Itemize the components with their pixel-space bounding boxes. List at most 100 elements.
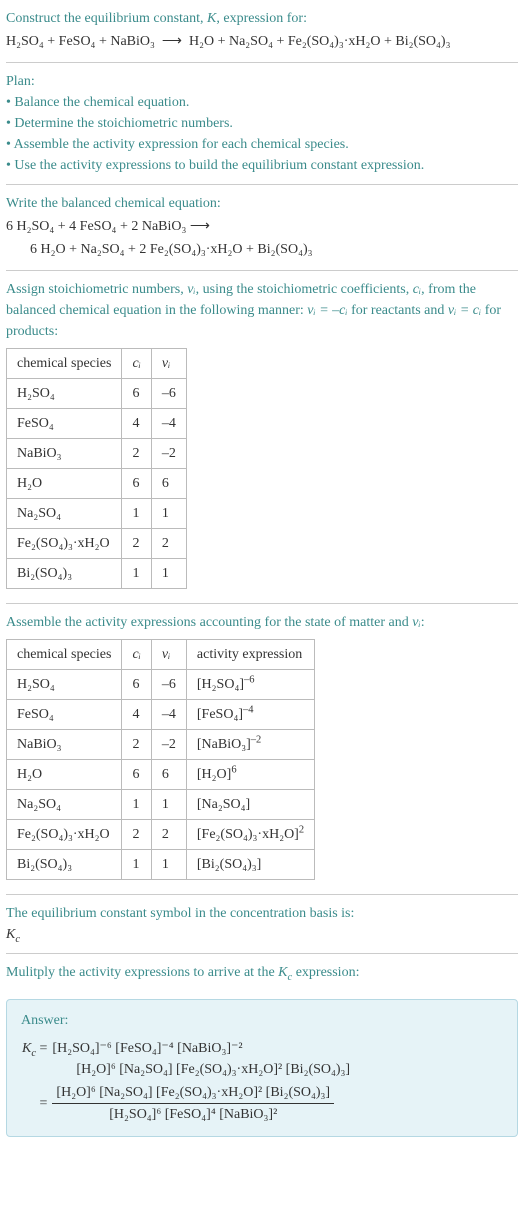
answer-label: Answer: [21,1010,503,1031]
balanced-heading: Write the balanced chemical equation: [6,193,518,214]
cell-act: [H₂SO₄]–6 [186,670,314,700]
cell-ci: 1 [122,499,151,529]
cell-species: NaBiO₃ [7,439,122,469]
answer-frac-cell: [H₂O]⁶ [Na₂SO₄] [Fe₂(SO₄)₃·xH₂O]² [Bi₂(S… [51,1081,351,1126]
multiply-K: K [278,965,287,980]
cell-act: [NaBiO₃]–2 [186,730,314,760]
cell-ci: 6 [122,469,151,499]
multiply-line: Mulitply the activity expressions to arr… [6,962,518,983]
plan-bullet-4: • Use the activity expressions to build … [6,155,518,176]
answer-rhs-cell: [H₂SO₄]⁻⁶ [FeSO₄]⁻⁴ [NaBiO₃]⁻² [H₂O]⁶ [N… [51,1037,351,1081]
answer-layout: Kc = [H₂SO₄]⁻⁶ [FeSO₄]⁻⁴ [NaBiO₃]⁻² [H₂O… [21,1037,351,1126]
act-exp: 6 [231,764,236,775]
cell-ci: 2 [122,820,151,850]
stoich-section: Assign stoichiometric numbers, νᵢ, using… [0,271,524,603]
answer-eq2-cell: = [21,1081,51,1126]
stoich-table: chemical species cᵢ νᵢ H₂SO₄6–6 FeSO₄4–4… [6,348,187,589]
cell-vi: 1 [151,850,186,880]
cell-species: H₂SO₄ [7,670,122,700]
act-exp: –2 [251,734,262,745]
intro-K: K [207,11,216,26]
stoich-rel1: νᵢ = –cᵢ [307,303,347,318]
act-base: [Bi₂(SO₄)₃] [197,857,261,872]
table-row: Bi₂(SO₄)₃11 [7,559,187,589]
stoich-mid3: for reactants and [348,303,448,318]
answer-eq1: = [40,1041,48,1056]
activity-intro: Assemble the activity expressions accoun… [6,612,518,633]
cell-vi: 6 [151,469,186,499]
table-row: Fe₂(SO₄)₃·xH₂O22[Fe₂(SO₄)₃·xH₂O]2 [7,820,315,850]
stoich-ci: cᵢ [413,282,421,297]
intro-line1: Construct the equilibrium constant, K, e… [6,8,518,29]
stoich-mid1: , using the stoichiometric coefficients, [196,282,413,297]
table-header-row: chemical species cᵢ νᵢ [7,349,187,379]
activity-suffix: : [421,615,425,630]
cell-species: H₂O [7,469,122,499]
table-row: Na₂SO₄11[Na₂SO₄] [7,790,315,820]
table-row: FeSO₄4–4 [7,409,187,439]
plan-bullet-1: • Balance the chemical equation. [6,92,518,113]
table-row: H₂O66 [7,469,187,499]
intro-suffix: , expression for: [216,11,307,26]
multiply-suffix: expression: [292,965,359,980]
act-exp: –6 [244,674,255,685]
cell-vi: 1 [151,559,186,589]
act-base: [Na₂SO₄] [197,797,250,812]
balanced-line1: 6 H₂SO₄ + 4 FeSO₄ + 2 NaBiO₃ ⟶ [6,216,518,237]
answer-fraction: [H₂O]⁶ [Na₂SO₄] [Fe₂(SO₄)₃·xH₂O]² [Bi₂(S… [52,1082,334,1125]
stoich-vi: νᵢ [187,282,195,297]
act-base: [Fe₂(SO₄)₃·xH₂O] [197,827,299,842]
answer-line1: [H₂SO₄]⁻⁶ [FeSO₄]⁻⁴ [NaBiO₃]⁻² [52,1038,350,1059]
activity-h-act: activity expression [186,640,314,670]
balanced-section: Write the balanced chemical equation: 6 … [0,185,524,270]
activity-h-ci: cᵢ [122,640,151,670]
table-row: Bi₂(SO₄)₃11[Bi₂(SO₄)₃] [7,850,315,880]
cell-act: [Na₂SO₄] [186,790,314,820]
cell-species: Na₂SO₄ [7,790,122,820]
cell-species: Fe₂(SO₄)₃·xH₂O [7,820,122,850]
answer-frac-num: [H₂O]⁶ [Na₂SO₄] [Fe₂(SO₄)₃·xH₂O]² [Bi₂(S… [52,1082,334,1104]
activity-vi: νᵢ [412,615,420,630]
cell-ci: 6 [122,379,151,409]
cell-ci: 1 [122,559,151,589]
cell-vi: 2 [151,529,186,559]
table-row: NaBiO₃2–2 [7,439,187,469]
cell-vi: 2 [151,820,186,850]
activity-table: chemical species cᵢ νᵢ activity expressi… [6,639,315,880]
cell-species: H₂O [7,760,122,790]
stoich-intro: Assign stoichiometric numbers, νᵢ, using… [6,279,518,342]
answer-K: K [22,1041,31,1056]
kc-symbol-line2: Kc [6,924,518,945]
table-row: Na₂SO₄11 [7,499,187,529]
act-base: [H₂SO₄] [197,677,244,692]
cell-species: Fe₂(SO₄)₃·xH₂O [7,529,122,559]
stoich-h-species: chemical species [7,349,122,379]
table-row: H₂SO₄6 –6[H₂SO₄]–6 [7,670,315,700]
intro-eq-rhs: H₂O + Na₂SO₄ + Fe₂(SO₄)₃·xH₂O + Bi₂(SO₄)… [189,34,451,49]
cell-ci: 6 [122,760,151,790]
cell-vi: –2 [151,439,186,469]
cell-ci: 2 [122,439,151,469]
cell-species: Bi₂(SO₄)₃ [7,850,122,880]
activity-h-vi: νᵢ [151,640,186,670]
stoich-prefix: Assign stoichiometric numbers, [6,282,187,297]
activity-h-species: chemical species [7,640,122,670]
cell-act: [FeSO₄]–4 [186,700,314,730]
cell-vi: 6 [151,760,186,790]
intro-prefix: Construct the equilibrium constant, [6,11,207,26]
plan-heading: Plan: [6,71,518,92]
intro-section: Construct the equilibrium constant, K, e… [0,0,524,62]
act-exp: –4 [243,704,254,715]
kc-K: K [6,927,15,942]
cell-ci: 6 [122,670,151,700]
cell-vi: 1 [151,499,186,529]
activity-section: Assemble the activity expressions accoun… [0,604,524,894]
table-row: H₂O66[H₂O]6 [7,760,315,790]
cell-species: FeSO₄ [7,700,122,730]
act-base: [H₂O] [197,767,231,782]
plan-section: Plan: • Balance the chemical equation. •… [0,63,524,184]
intro-eq-lhs: H₂SO₄ + FeSO₄ + NaBiO₃ [6,34,155,49]
cell-species: NaBiO₃ [7,730,122,760]
cell-species: H₂SO₄ [7,379,122,409]
table-row: FeSO₄4–4[FeSO₄]–4 [7,700,315,730]
